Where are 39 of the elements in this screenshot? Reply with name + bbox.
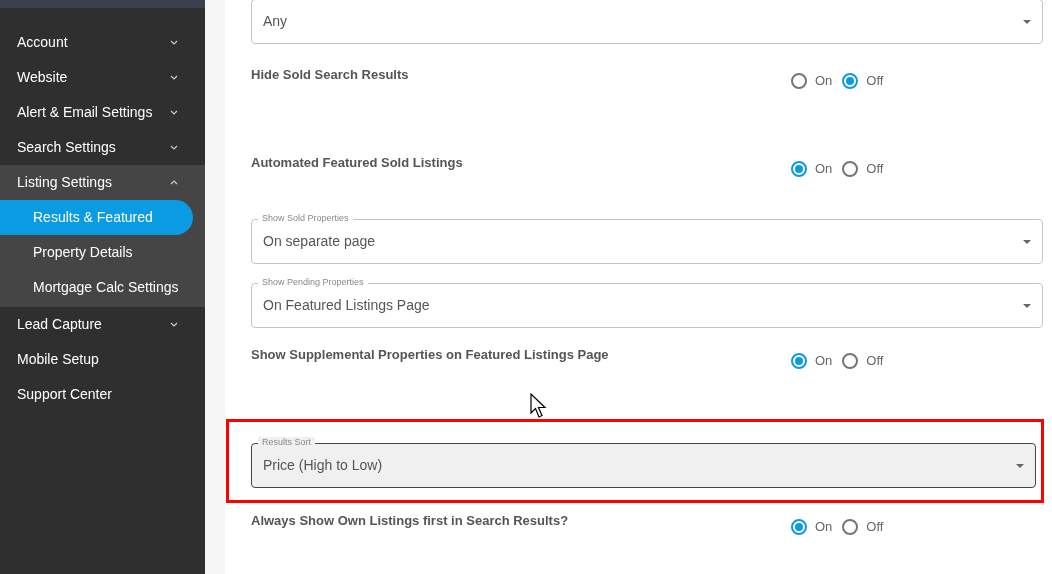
radio-button[interactable] bbox=[791, 72, 807, 89]
setting-label: Show Supplemental Properties on Featured Listings Page bbox=[251, 346, 610, 364]
sidebar-item[interactable]: Lead Capture bbox=[0, 307, 205, 342]
dropdown-arrow-icon bbox=[1023, 239, 1031, 244]
field-legend: Results Sort bbox=[258, 437, 316, 448]
dropdown-arrow-icon bbox=[1023, 19, 1031, 24]
field-legend: Show Pending Properties bbox=[258, 277, 368, 288]
radio-option[interactable]: On bbox=[791, 159, 833, 179]
sidebar-item[interactable]: Listing Settings bbox=[0, 165, 205, 200]
setting-label: Always Show Own Listings first in Search Results? bbox=[251, 512, 570, 530]
radio-button[interactable] bbox=[842, 72, 859, 89]
radio-option[interactable]: Off bbox=[842, 71, 884, 91]
dropdown-arrow-icon bbox=[1016, 463, 1024, 468]
sidebar-item[interactable]: Account bbox=[0, 25, 205, 60]
dropdown-arrow-icon bbox=[1023, 303, 1031, 308]
radio-button[interactable] bbox=[842, 352, 859, 369]
sidebar-item[interactable]: Search Settings bbox=[0, 130, 205, 165]
radio-button[interactable] bbox=[791, 160, 807, 177]
cursor-icon bbox=[530, 393, 549, 420]
setting-label: Hide Sold Search Results bbox=[251, 66, 410, 84]
radio-button[interactable] bbox=[791, 518, 807, 535]
radio-option[interactable]: On bbox=[791, 351, 833, 371]
sidebar-item[interactable]: Website bbox=[0, 60, 205, 95]
radio-button[interactable] bbox=[842, 160, 859, 177]
sidebar-item[interactable]: Mobile Setup bbox=[0, 342, 205, 377]
radio-button[interactable] bbox=[842, 518, 859, 535]
select-field[interactable]: Any bbox=[251, 0, 1043, 44]
sidebar-item[interactable]: Support Center bbox=[0, 377, 205, 412]
sidebar-item[interactable]: Alert & Email Settings bbox=[0, 95, 205, 130]
radio-option[interactable]: Off bbox=[842, 159, 884, 179]
radio-option[interactable]: Off bbox=[842, 517, 884, 537]
sidebar-subitem[interactable]: Property Details bbox=[0, 235, 193, 270]
radio-option[interactable]: Off bbox=[842, 351, 884, 371]
radio-button[interactable] bbox=[791, 352, 807, 369]
radio-option[interactable]: On bbox=[791, 517, 833, 537]
radio-option[interactable]: On bbox=[791, 71, 833, 91]
sidebar-subitem[interactable]: Mortgage Calc Settings bbox=[0, 270, 193, 305]
setting-label: Automated Featured Sold Listings bbox=[251, 154, 464, 172]
field-legend: Show Sold Properties bbox=[258, 213, 353, 224]
